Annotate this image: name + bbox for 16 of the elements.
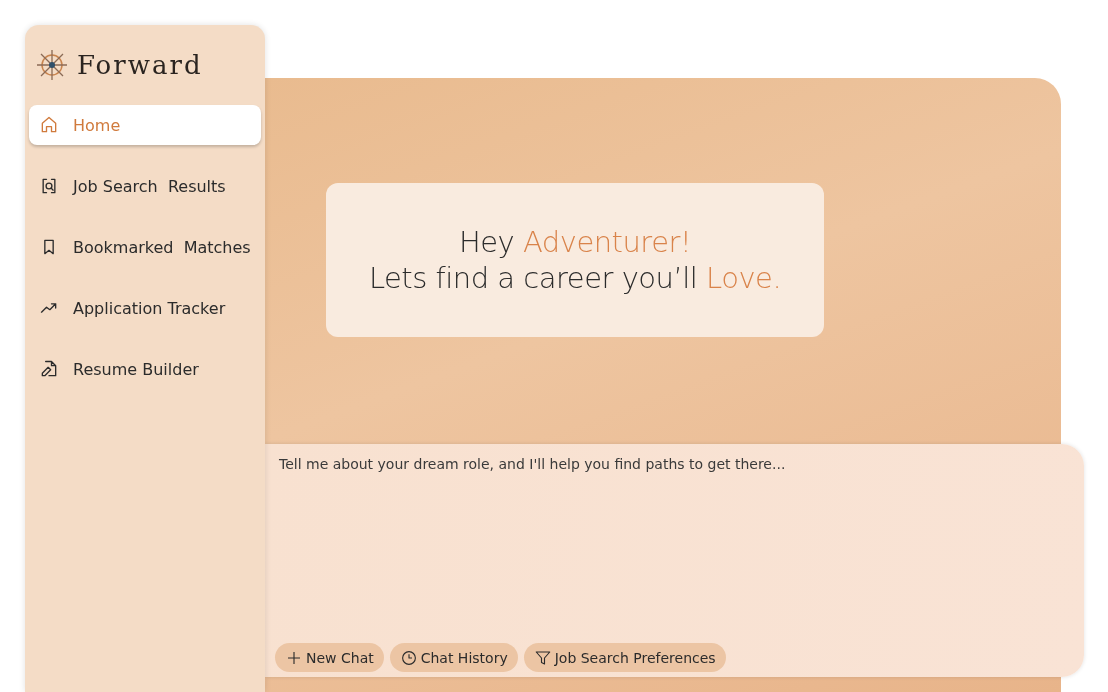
chat-input-box[interactable]: Tell me about your dream role, and I'll help you find paths to get there... New Chat Chat History Job Search Preferences — [265, 444, 1084, 677]
greeting-text: Hey Adventurer! — [458, 225, 692, 259]
filter-icon — [533, 648, 552, 667]
chat-action-button[interactable]: New Chat — [275, 643, 384, 672]
clock-icon — [399, 648, 418, 667]
greeting-text: Lets find a career you’ll Love. — [368, 261, 782, 295]
nav-item[interactable]: Application Tracker — [29, 288, 261, 328]
compass-wheel-icon — [35, 48, 69, 82]
brand-name: Forward — [77, 50, 203, 80]
nav-item[interactable]: Bookmarked Matches — [29, 227, 261, 267]
nav-item[interactable]: Resume Builder — [29, 349, 261, 389]
chat-action-button[interactable]: Chat History — [389, 643, 518, 672]
nav-item[interactable]: Job Search Results — [29, 166, 261, 206]
document-pen-icon — [39, 359, 59, 379]
home-icon — [39, 115, 59, 135]
chat-action-button[interactable]: Job Search Preferences — [523, 643, 726, 672]
